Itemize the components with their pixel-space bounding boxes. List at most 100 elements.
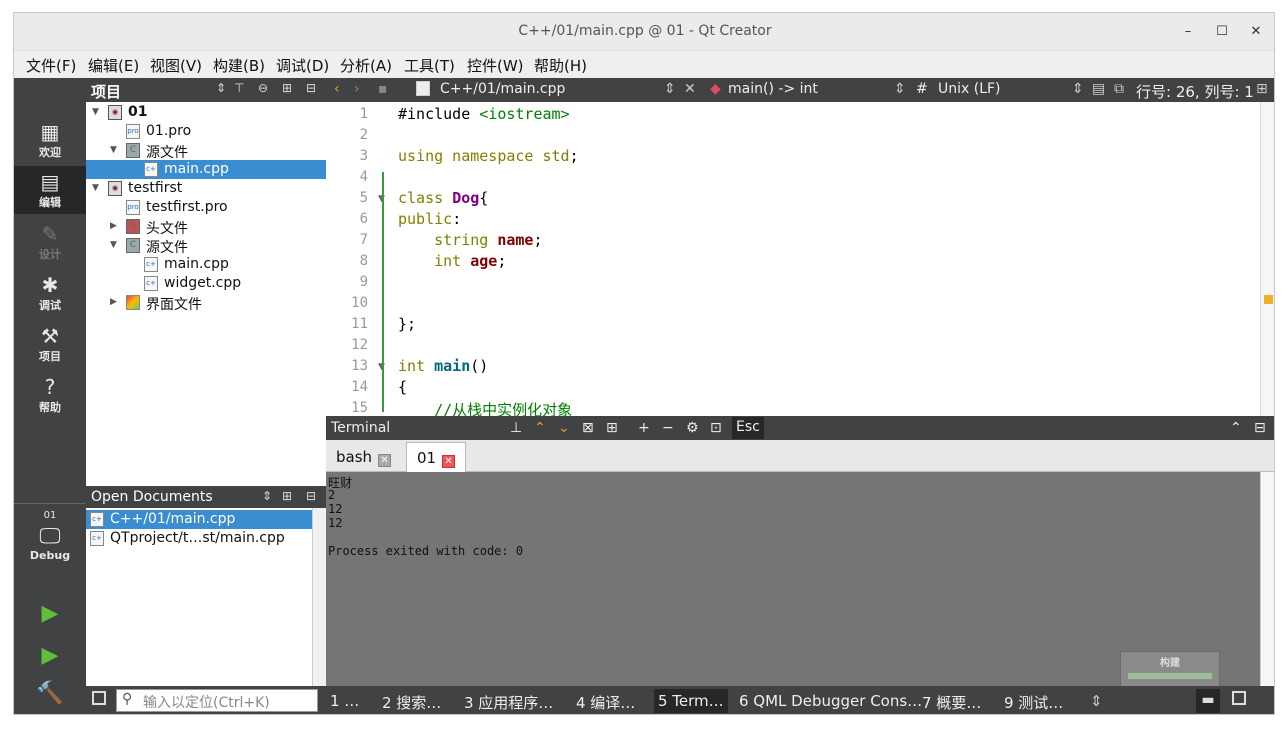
outline-icon[interactable]: ▤	[1092, 81, 1105, 97]
tab-01[interactable]: 01 ✕	[406, 442, 467, 472]
menu-edit[interactable]: 编辑(E)	[88, 55, 139, 76]
code-line[interactable]: {	[398, 378, 407, 399]
code-editor[interactable]: 12345▼678910111213▼1415 #include <iostre…	[326, 102, 1274, 416]
code-line[interactable]: string name;	[398, 231, 542, 252]
tree-item-main-cpp[interactable]: c+ main.cpp	[86, 255, 326, 274]
back-arrow-icon[interactable]: ‹	[334, 81, 340, 97]
mode-design[interactable]: ✎ 设计	[14, 218, 86, 266]
code-line[interactable]: using namespace std;	[398, 147, 579, 168]
code-line[interactable]: class Dog{	[398, 189, 488, 210]
mode-debug[interactable]: ✱ 调试	[14, 269, 86, 317]
line-ending-selector[interactable]: Unix (LF)	[938, 81, 1001, 97]
terminal-scrollbar[interactable]	[1260, 472, 1274, 686]
menu-widgets[interactable]: 控件(W)	[467, 55, 524, 76]
tree-item-forms[interactable]: ▶ 界面文件	[86, 293, 326, 313]
locator-input[interactable]: ⚲ 输入以定位(Ctrl+K)	[116, 689, 318, 712]
code-line[interactable]: };	[398, 315, 416, 336]
settings-icon[interactable]: ⚙	[686, 420, 699, 436]
output-pane-toggle-icon[interactable]: ▬	[1196, 689, 1220, 713]
menu-view[interactable]: 视图(V)	[150, 55, 202, 76]
close-button[interactable]: ✕	[1246, 22, 1266, 42]
close-pane-icon[interactable]: ⊟	[306, 81, 316, 95]
split-icon[interactable]: ⊞	[1256, 81, 1268, 97]
close-terminal-icon[interactable]: ⊠	[582, 420, 594, 436]
output-tab-general[interactable]: 7 概要…	[922, 692, 981, 713]
open-document-item[interactable]: c+ C++/01/main.cpp	[86, 510, 312, 529]
close-document-icon[interactable]: ✕	[684, 81, 696, 97]
maximize-button[interactable]: ☐	[1212, 22, 1232, 42]
tree-item-sources[interactable]: ▼ C 源文件	[86, 141, 326, 161]
output-tab-qml-debugger[interactable]: 6 QML Debugger Cons…	[739, 692, 922, 710]
view-selector-icon[interactable]: ⇕	[216, 81, 226, 95]
collapse-arrow-icon[interactable]: ▶	[110, 221, 117, 231]
terminal-output[interactable]: 旺财 2 12 12 Process exited with code: 0 构…	[326, 472, 1274, 686]
down-arrow-icon[interactable]: ⌄	[558, 420, 570, 436]
mode-welcome[interactable]: ▦ 欢迎	[14, 116, 86, 164]
forward-arrow-icon[interactable]: ›	[354, 81, 360, 97]
tree-item-pro[interactable]: pro testfirst.pro	[86, 198, 326, 217]
output-tab-terminal[interactable]: 5 Term…	[654, 689, 728, 713]
close-pane-icon[interactable]: ⊟	[1254, 420, 1266, 436]
filter-icon[interactable]: ⊤	[234, 81, 244, 95]
clear-icon[interactable]: ⊥	[510, 420, 522, 436]
close-pane-icon[interactable]: ⊟	[306, 489, 316, 503]
open-document-item[interactable]: c+ QTproject/t…st/main.cpp	[86, 529, 312, 548]
expand-arrow-icon[interactable]: ▼	[92, 107, 99, 117]
split-icon[interactable]: ⊞	[282, 81, 292, 95]
toggle-right-sidebar-icon[interactable]	[1232, 691, 1246, 705]
close-tab-icon[interactable]: ✕	[378, 454, 392, 467]
updown-icon[interactable]: ⇕	[1072, 81, 1084, 97]
expand-arrow-icon[interactable]: ▼	[92, 183, 99, 193]
view-selector-icon[interactable]: ⇕	[262, 489, 272, 503]
output-tab-issues[interactable]: 1 …	[330, 692, 359, 710]
split-editor-icon[interactable]: ⧉	[1114, 81, 1124, 97]
updown-icon[interactable]: ⇕	[664, 81, 676, 97]
updown-icon[interactable]: ⇕	[894, 81, 906, 97]
tab-bash[interactable]: bash ✕	[326, 442, 401, 472]
menu-help[interactable]: 帮助(H)	[534, 55, 587, 76]
build-button[interactable]: 🔨	[14, 678, 86, 714]
link-icon[interactable]: ⊖	[258, 81, 268, 95]
target-selector[interactable]: 01 🖵 Debug	[14, 508, 86, 580]
editor-scrollbar[interactable]	[1260, 102, 1274, 416]
minus-icon[interactable]: −	[662, 420, 674, 436]
tree-item-headers[interactable]: ▶ h 头文件	[86, 217, 326, 237]
output-tab-tests[interactable]: 9 测试…	[1004, 692, 1063, 713]
code-line[interactable]: int main()	[398, 357, 488, 378]
tree-item-project-testfirst[interactable]: ▼ ◉ testfirst	[86, 179, 326, 198]
split-icon[interactable]: ⊞	[282, 489, 292, 503]
code-line[interactable]: #include <iostream>	[398, 105, 570, 126]
close-tab-icon[interactable]: ✕	[442, 455, 456, 468]
lock-icon[interactable]: ⊡	[710, 420, 722, 436]
new-terminal-icon[interactable]: ⊞	[606, 420, 618, 436]
plus-icon[interactable]: +	[638, 420, 650, 436]
up-arrow-icon[interactable]: ⌃	[534, 420, 546, 436]
expand-arrow-icon[interactable]: ▼	[110, 240, 117, 250]
expand-arrow-icon[interactable]: ▼	[110, 145, 117, 155]
run-button[interactable]: ▶	[14, 598, 86, 638]
menu-debug[interactable]: 调试(D)	[276, 55, 329, 76]
menu-tools[interactable]: 工具(T)	[404, 55, 455, 76]
open-documents-scrollbar[interactable]	[312, 508, 326, 686]
debug-run-button[interactable]: ▶	[14, 640, 86, 680]
toggle-sidebar-icon[interactable]	[92, 691, 106, 705]
cursor-position[interactable]: 行号: 26, 列号: 1	[1136, 81, 1254, 102]
menu-build[interactable]: 构建(B)	[213, 55, 265, 76]
output-tab-compile[interactable]: 4 编译…	[576, 692, 635, 713]
tree-item-widget-cpp[interactable]: c+ widget.cpp	[86, 274, 326, 293]
mode-projects[interactable]: ⚒ 项目	[14, 320, 86, 368]
menu-analyze[interactable]: 分析(A)	[340, 55, 392, 76]
mode-edit[interactable]: ▤ 编辑	[14, 166, 86, 214]
tree-item-sources[interactable]: ▼ C 源文件	[86, 236, 326, 256]
tree-item-project-01[interactable]: ▼ ◉ 01	[86, 103, 326, 122]
tree-item-pro[interactable]: pro 01.pro	[86, 122, 326, 141]
output-tab-app-output[interactable]: 3 应用程序…	[464, 692, 553, 713]
collapse-arrow-icon[interactable]: ▶	[110, 297, 117, 307]
minimize-button[interactable]: –	[1178, 22, 1198, 42]
output-tab-search[interactable]: 2 搜索…	[382, 692, 441, 713]
esc-button[interactable]: Esc	[732, 417, 764, 439]
build-progress[interactable]: 构建	[1120, 651, 1220, 686]
menu-file[interactable]: 文件(F)	[26, 55, 76, 76]
mode-help[interactable]: ? 帮助	[14, 371, 86, 419]
symbol-selector[interactable]: main() -> int	[728, 81, 818, 97]
